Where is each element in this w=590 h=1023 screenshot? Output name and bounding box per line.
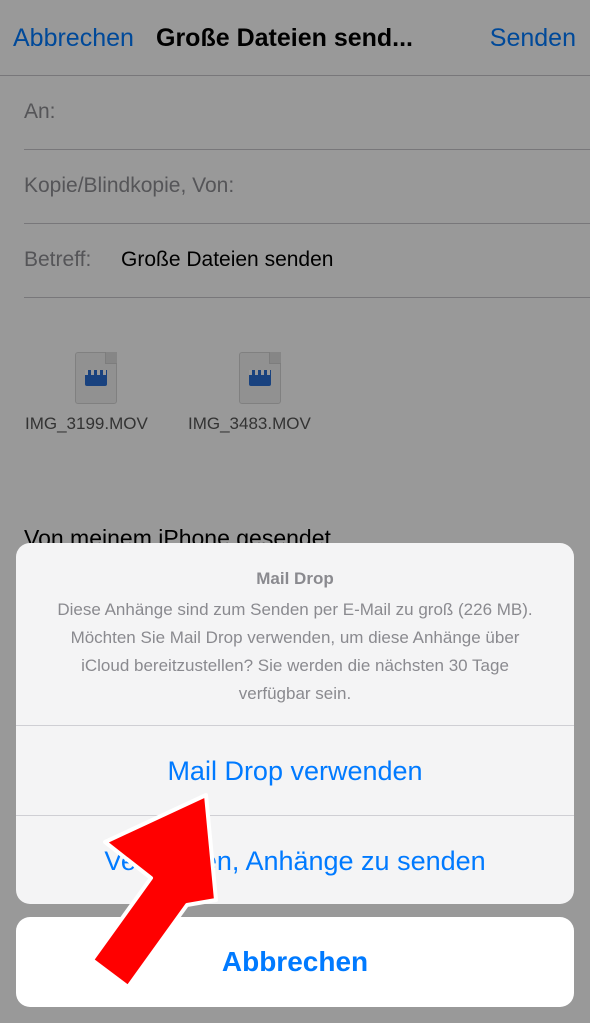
sheet-title: Mail Drop: [256, 569, 334, 588]
try-send-attachments-button[interactable]: Versuchen, Anhänge zu senden: [16, 816, 574, 904]
sheet-cancel-button[interactable]: Abbrechen: [16, 917, 574, 1007]
use-mail-drop-button[interactable]: Mail Drop verwenden: [16, 726, 574, 816]
mail-drop-action-sheet: Mail Drop Diese Anhänge sind zum Senden …: [16, 543, 574, 904]
sheet-message: Diese Anhänge sind zum Senden per E-Mail…: [57, 600, 533, 703]
